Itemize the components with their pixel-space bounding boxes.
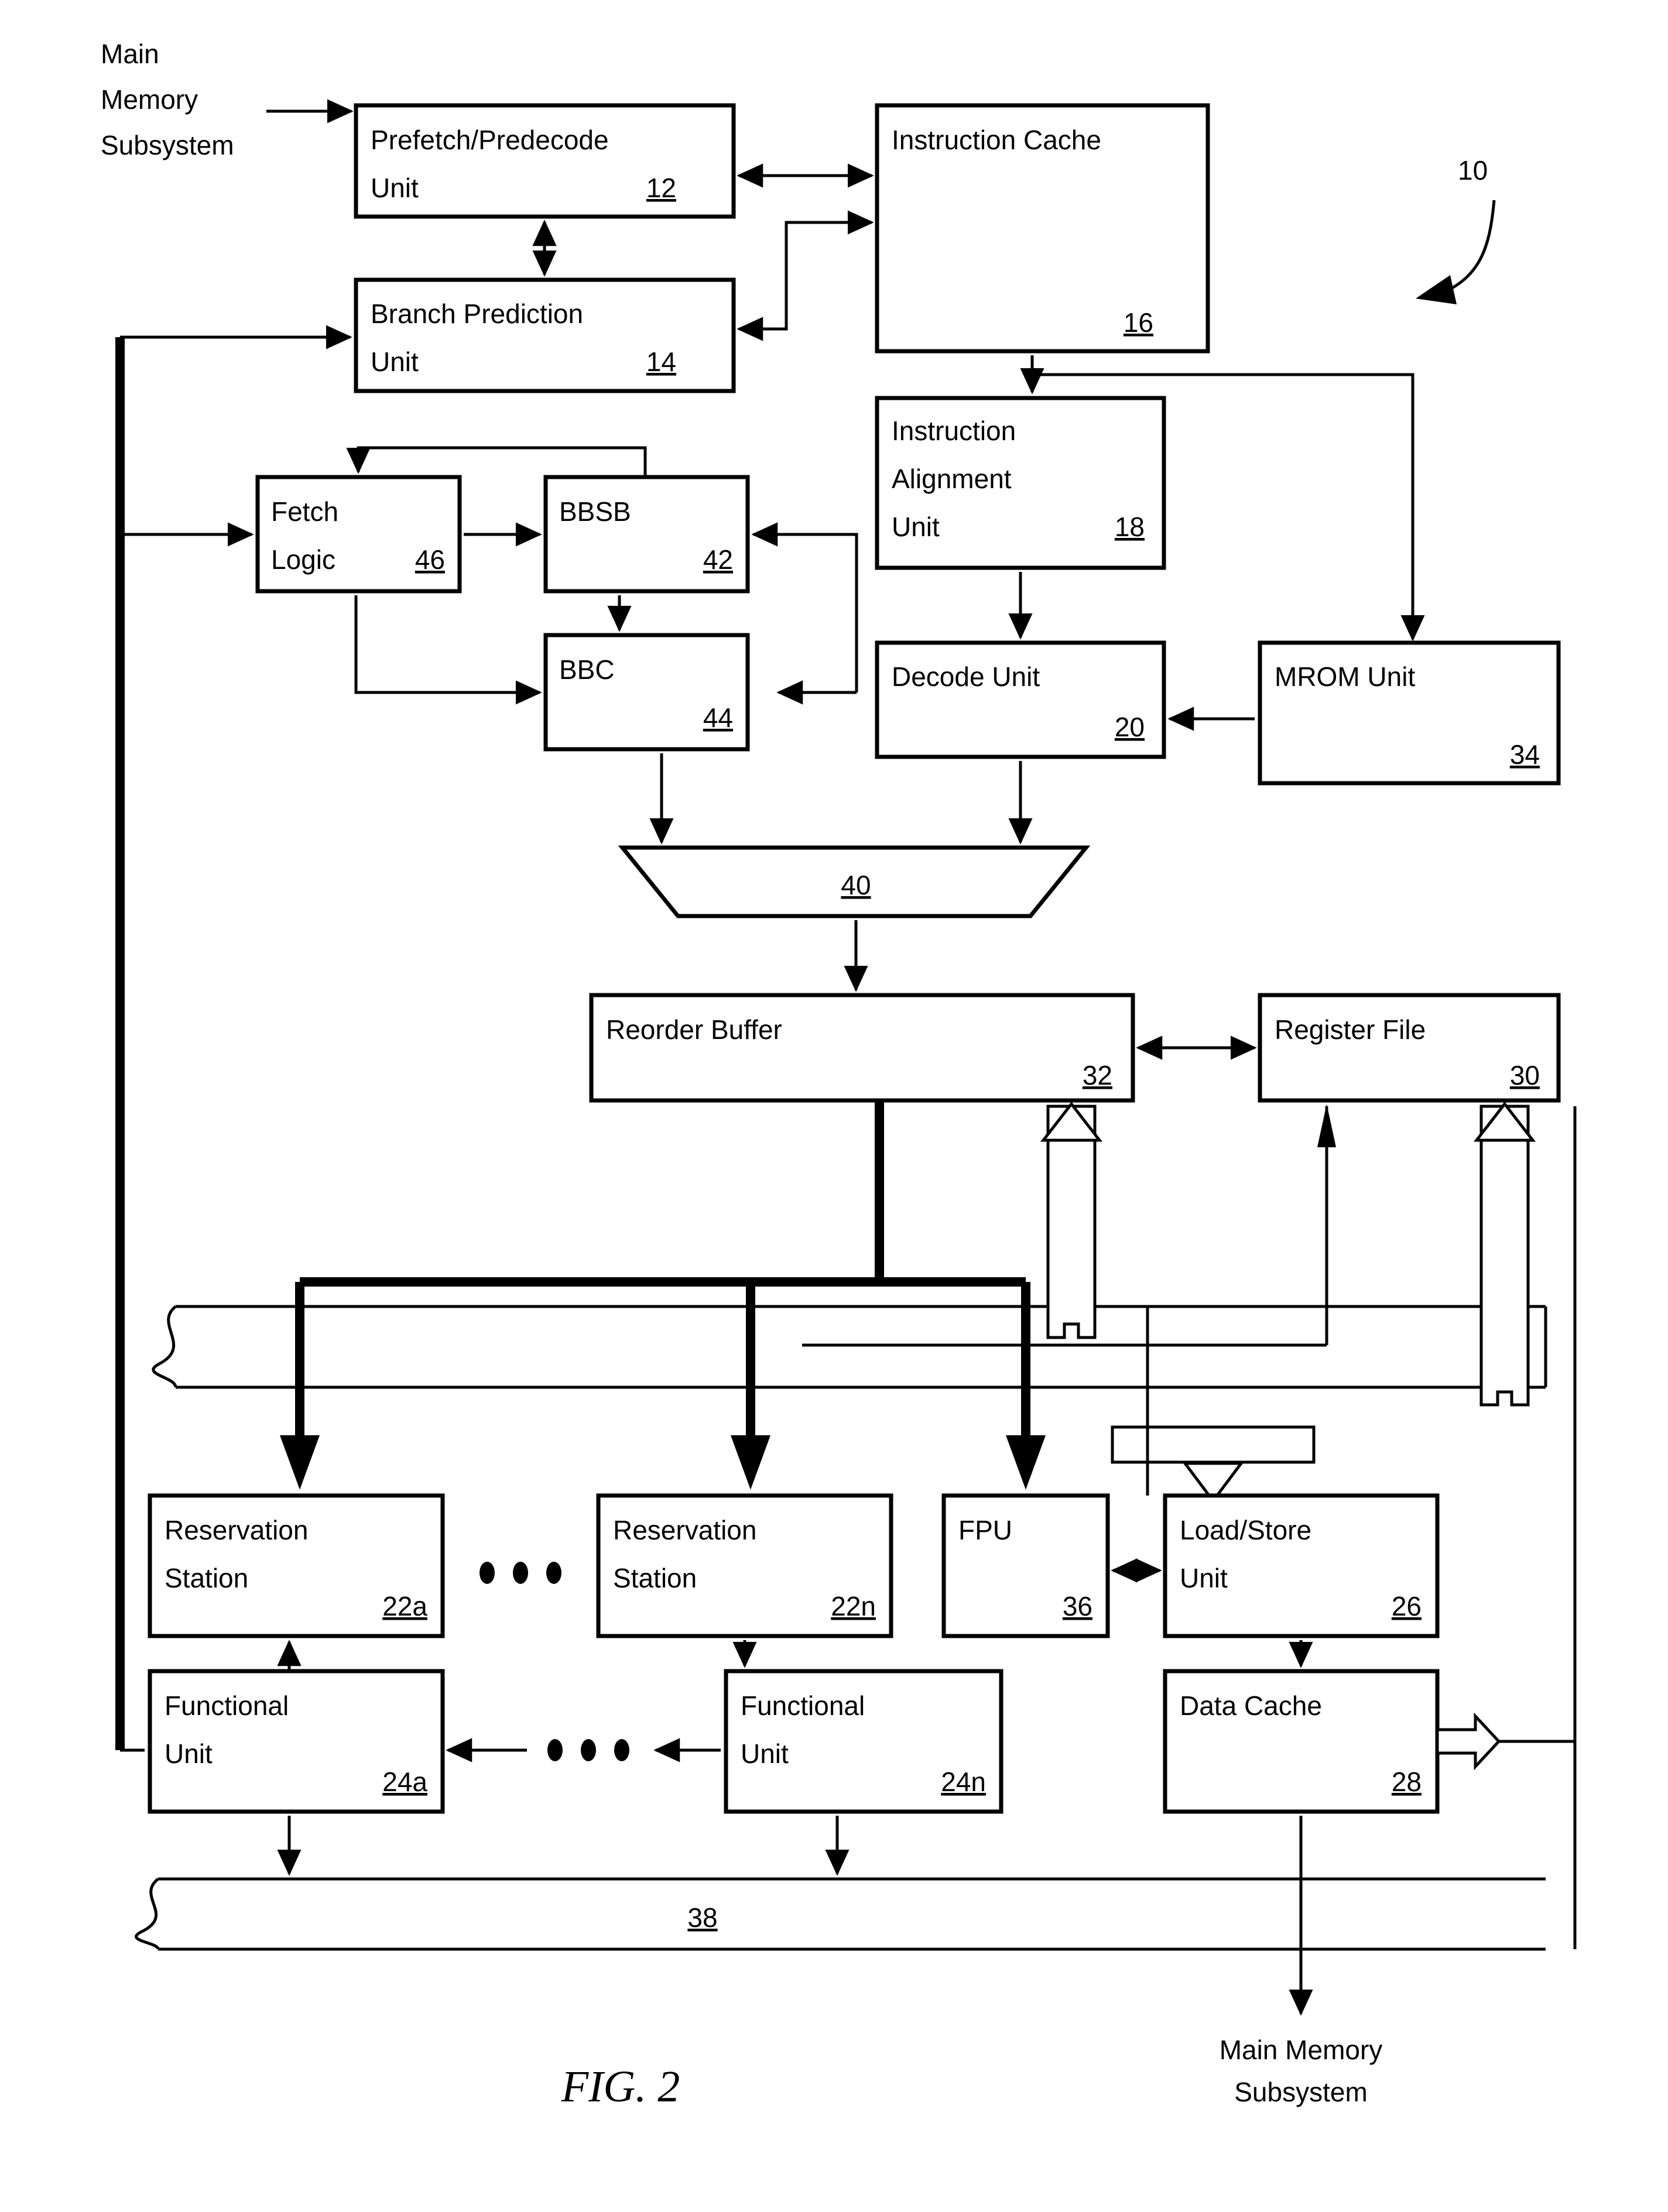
block-mrom-unit: MROM Unit 34 <box>1258 640 1561 786</box>
main-memory-out-line-1: Subsystem <box>1234 2077 1368 2107</box>
reorder-buffer-line-0: Reorder Buffer <box>606 1014 782 1045</box>
reservation-station-n-line-0: Reservation <box>613 1515 756 1545</box>
instruction-cache-ref: 16 <box>1124 307 1153 338</box>
mrom-unit-line-0: MROM Unit <box>1275 661 1415 692</box>
instruction-alignment-unit-line-0: Instruction <box>892 416 1016 446</box>
instruction-alignment-unit-line-2: Unit <box>892 512 940 542</box>
data-cache-ref: 28 <box>1392 1767 1422 1797</box>
main-memory-in-line-1: Memory <box>101 84 198 115</box>
reservation-station-a-line-1: Station <box>165 1563 248 1593</box>
block-fetch-logic: Fetch Logic 46 <box>255 475 462 594</box>
prefetch-predecode-unit-line-0: Prefetch/Predecode <box>371 125 609 155</box>
bbsb-ref: 42 <box>703 544 733 575</box>
functional-unit-n-line-0: Functional <box>741 1690 865 1721</box>
branch-prediction-unit-line-0: Branch Prediction <box>371 299 583 329</box>
register-file-ref: 30 <box>1510 1060 1540 1090</box>
register-file-line-0: Register File <box>1275 1014 1426 1045</box>
result-bus-ref: 38 <box>687 1902 717 1933</box>
ellipsis-dot <box>513 1562 528 1584</box>
decode-unit-ref: 20 <box>1115 712 1145 742</box>
block-branch-prediction-unit: Branch Prediction Unit 14 <box>354 277 736 393</box>
figure-caption: FIG. 2 <box>561 2062 680 2111</box>
prefetch-predecode-unit-line-1: Unit <box>371 173 419 203</box>
figure-canvas: Main Memory Subsystem 10 Prefetch/Predec… <box>0 0 1668 2212</box>
patent-figure: Main Memory Subsystem 10 Prefetch/Predec… <box>0 0 1668 2212</box>
fpu-ref: 36 <box>1063 1591 1092 1621</box>
block-functional-unit-n: Functional Unit 24n <box>724 1669 1003 1814</box>
block-load-store-unit: Load/Store Unit 26 <box>1163 1493 1440 1638</box>
block-reorder-buffer: Reorder Buffer 32 <box>589 993 1135 1103</box>
instruction-alignment-unit-ref: 18 <box>1115 512 1145 542</box>
ellipsis-dot <box>479 1562 495 1584</box>
reservation-station-a-ref: 22a <box>382 1591 427 1621</box>
load-store-unit-ref: 26 <box>1392 1591 1422 1621</box>
load-store-unit-line-1: Unit <box>1180 1563 1228 1593</box>
reservation-station-n-line-1: Station <box>613 1563 697 1593</box>
fetch-logic-line-0: Fetch <box>271 496 338 527</box>
block-instruction-cache: Instruction Cache 16 <box>875 103 1210 354</box>
reservation-station-a-line-0: Reservation <box>165 1515 308 1545</box>
ellipsis-dot <box>547 1739 563 1761</box>
block-fpu: FPU 36 <box>941 1493 1110 1638</box>
functional-unit-a-line-1: Unit <box>165 1738 213 1769</box>
ellipsis-dot <box>546 1562 561 1584</box>
fetch-logic-ref: 46 <box>415 544 445 575</box>
block-reservation-station-n: Reservation Station 22n <box>596 1493 893 1638</box>
ellipsis-dot <box>614 1739 629 1761</box>
block-instruction-alignment-unit: Instruction Alignment Unit 18 <box>875 396 1166 570</box>
bbc-line-0: BBC <box>559 654 615 685</box>
bbsb-line-0: BBSB <box>559 496 631 527</box>
functional-unit-n-ref: 24n <box>941 1767 986 1797</box>
ellipsis-reservation-stations <box>479 1562 561 1584</box>
functional-unit-n-line-1: Unit <box>741 1738 789 1769</box>
block-reservation-station-a: Reservation Station 22a <box>148 1493 445 1638</box>
data-cache-line-0: Data Cache <box>1180 1690 1322 1721</box>
block-decode-unit: Decode Unit 20 <box>875 640 1166 759</box>
mrom-unit-ref: 34 <box>1510 739 1540 770</box>
fpu-line-0: FPU <box>958 1515 1012 1545</box>
branch-prediction-unit-line-1: Unit <box>371 347 419 377</box>
ellipsis-dot <box>581 1739 596 1761</box>
hollow-arrow-to-regfile <box>1479 1105 1530 1407</box>
instruction-cache-line-0: Instruction Cache <box>892 125 1101 155</box>
load-store-unit-line-0: Load/Store <box>1180 1515 1311 1545</box>
block-multiplexer: 40 <box>618 845 1091 918</box>
functional-unit-a-ref: 24a <box>382 1767 427 1797</box>
main-memory-in-line-2: Subsystem <box>101 130 234 160</box>
multiplexer-ref: 40 <box>841 870 871 900</box>
instruction-alignment-unit-line-1: Alignment <box>892 464 1012 494</box>
block-prefetch-predecode-unit: Prefetch/Predecode Unit 12 <box>354 103 736 219</box>
block-bbc: BBC 44 <box>543 633 750 752</box>
fetch-logic-line-1: Logic <box>271 544 335 575</box>
main-memory-in-line-0: Main <box>101 39 159 69</box>
decode-unit-line-0: Decode Unit <box>892 661 1040 692</box>
reservation-station-n-ref: 22n <box>831 1591 876 1621</box>
prefetch-predecode-unit-ref: 12 <box>646 173 676 203</box>
main-memory-out-line-0: Main Memory <box>1220 2035 1383 2065</box>
reorder-buffer-ref: 32 <box>1083 1060 1112 1090</box>
branch-prediction-unit-ref: 14 <box>646 347 676 377</box>
block-functional-unit-a: Functional Unit 24a <box>148 1669 445 1814</box>
system-ref-number: 10 <box>1458 155 1488 186</box>
reorder-buffer-box <box>589 993 1135 1103</box>
block-register-file: Register File 30 <box>1258 993 1561 1103</box>
ellipsis-functional-units <box>547 1739 629 1761</box>
functional-unit-a-line-0: Functional <box>165 1690 289 1721</box>
bbc-ref: 44 <box>703 702 733 733</box>
block-bbsb: BBSB 42 <box>543 475 750 594</box>
block-data-cache: Data Cache 28 <box>1163 1669 1440 1814</box>
